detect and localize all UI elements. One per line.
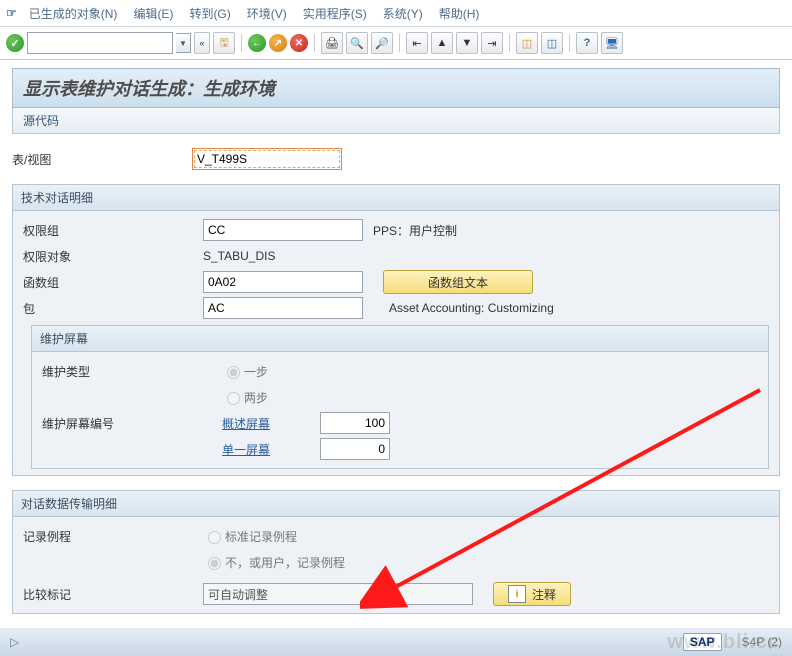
compare-flag-label: 比较标记: [23, 586, 203, 603]
find-next-icon[interactable]: 🔎: [371, 32, 393, 54]
cancel-icon[interactable]: ✕: [290, 34, 308, 52]
single-screen-input[interactable]: [320, 438, 390, 460]
separator: [399, 34, 400, 52]
table-view-row: 表/视图: [12, 148, 780, 170]
enter-icon[interactable]: ✓: [6, 34, 24, 52]
record-user-label: 不，或用户，记录例程: [225, 554, 345, 571]
save-icon[interactable]: 🖫: [213, 32, 235, 54]
auth-obj-label: 权限对象: [23, 248, 203, 265]
status-triangle-icon[interactable]: ▷: [10, 635, 19, 649]
maint-num-label: 维护屏幕编号: [42, 415, 222, 432]
first-page-icon[interactable]: ⇤: [406, 32, 428, 54]
package-input[interactable]: [203, 297, 363, 319]
command-dropdown[interactable]: ▼: [176, 33, 191, 53]
single-screen-link[interactable]: 单一屏幕: [222, 441, 292, 458]
package-desc: Asset Accounting: Customizing: [389, 301, 554, 315]
prev-page-icon[interactable]: ▲: [431, 32, 453, 54]
func-group-label: 函数组: [23, 274, 203, 291]
layout-icon[interactable]: 🖥: [601, 32, 623, 54]
record-std-radio: [208, 531, 221, 544]
info-icon: i: [508, 585, 526, 603]
overview-screen-input[interactable]: [320, 412, 390, 434]
separator: [569, 34, 570, 52]
func-group-input[interactable]: [203, 271, 363, 293]
table-view-input[interactable]: [192, 148, 342, 170]
exit-icon[interactable]: ☞: [6, 6, 17, 20]
separator: [314, 34, 315, 52]
auth-group-desc: PPS：用户控制: [373, 222, 457, 239]
sap-logo: SAP: [683, 633, 722, 651]
dialog-data-group: 对话数据传输明细 记录例程 标准记录例程 不，或用户，记录例程 比较标记: [12, 490, 780, 614]
table-view-label: 表/视图: [12, 151, 192, 168]
menu-help[interactable]: 帮助(H): [431, 5, 488, 22]
compare-flag-input: [203, 583, 473, 605]
auth-group-input[interactable]: [203, 219, 363, 241]
note-button-label: 注释: [532, 586, 556, 603]
command-field[interactable]: [27, 32, 173, 54]
next-page-icon[interactable]: ▼: [456, 32, 478, 54]
tech-group-header: 技术对话明细: [13, 185, 779, 211]
source-code-tab[interactable]: 源代码: [12, 108, 780, 134]
menu-goto[interactable]: 转到(G): [181, 5, 238, 22]
maint-type-two-radio: [227, 392, 240, 405]
menu-generated[interactable]: 已生成的对象(N): [21, 5, 126, 22]
menu-util[interactable]: 实用程序(S): [295, 5, 375, 22]
session-indicator: S4P (2): [742, 635, 782, 649]
menu-edit[interactable]: 编辑(E): [125, 5, 181, 22]
auth-obj-value: S_TABU_DIS: [203, 249, 275, 263]
new-session-icon[interactable]: ◫: [516, 32, 538, 54]
page-title: 显示表维护对话生成：生成环境: [12, 68, 780, 108]
tech-group: 技术对话明细 权限组 PPS：用户控制 权限对象 S_TABU_DIS 函数组 …: [12, 184, 780, 476]
menu-bar: ☞ 已生成的对象(N) 编辑(E) 转到(G) 环境(V) 实用程序(S) 系统…: [0, 0, 792, 27]
record-std-label: 标准记录例程: [225, 528, 297, 545]
package-label: 包: [23, 300, 203, 317]
maint-type-label: 维护类型: [42, 363, 222, 380]
maint-type-one-radio: [227, 366, 240, 379]
toolbar: ✓ ▼ « 🖫 ← ↗ ✕ 🖨 🔍 🔎 ⇤ ▲ ▼ ⇥ ◫ ◫ ? 🖥: [0, 27, 792, 60]
auth-group-label: 权限组: [23, 222, 203, 239]
note-button[interactable]: i 注释: [493, 582, 571, 606]
history-dropdown[interactable]: «: [194, 32, 210, 54]
exit-screen-icon[interactable]: ↗: [269, 34, 287, 52]
maint-type-two-label: 两步: [244, 389, 268, 406]
status-bar: ▷ SAP S4P (2) www.bli.cc: [0, 628, 792, 656]
print-icon[interactable]: 🖨: [321, 32, 343, 54]
find-icon[interactable]: 🔍: [346, 32, 368, 54]
maint-screen-group: 维护屏幕 维护类型 一步 两步: [31, 325, 769, 469]
dialog-data-header: 对话数据传输明细: [13, 491, 779, 517]
func-group-text-button[interactable]: 函数组文本: [383, 270, 533, 294]
back-icon[interactable]: ←: [248, 34, 266, 52]
record-routine-label: 记录例程: [23, 528, 203, 545]
separator: [241, 34, 242, 52]
maint-type-one-label: 一步: [244, 363, 268, 380]
overview-screen-link[interactable]: 概述屏幕: [222, 415, 292, 432]
record-user-radio: [208, 557, 221, 570]
create-shortcut-icon[interactable]: ◫: [541, 32, 563, 54]
last-page-icon[interactable]: ⇥: [481, 32, 503, 54]
menu-sys[interactable]: 系统(Y): [375, 5, 431, 22]
maint-screen-header: 维护屏幕: [32, 326, 768, 352]
menu-env[interactable]: 环境(V): [239, 5, 295, 22]
help-icon[interactable]: ?: [576, 32, 598, 54]
separator: [509, 34, 510, 52]
